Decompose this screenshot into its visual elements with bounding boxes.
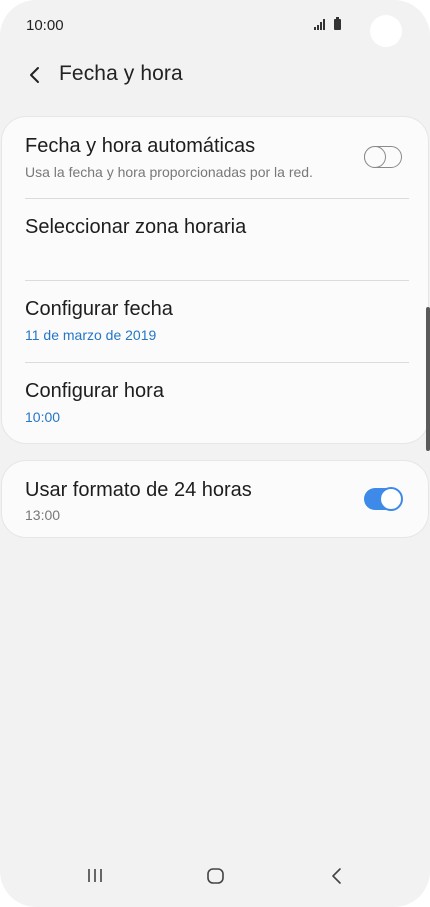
auto-datetime-title: Fecha y hora automáticas (25, 135, 256, 157)
camera-cutout (370, 15, 402, 47)
format-24h-row[interactable]: Usar formato de 24 horas 13:00 (2, 461, 428, 537)
set-date-title: Configurar fecha (25, 298, 173, 320)
signal-icon (314, 18, 328, 32)
set-time-row[interactable]: Configurar hora 10:00 (2, 363, 428, 443)
format-24h-toggle[interactable] (364, 487, 403, 511)
home-icon[interactable] (200, 861, 230, 891)
navigation-bar (0, 847, 430, 907)
page-title: Fecha y hora (59, 62, 183, 85)
format-24h-value: 13:00 (25, 507, 61, 523)
format-settings-card: Usar formato de 24 horas 13:00 (2, 461, 428, 537)
set-time-value: 10:00 (25, 409, 61, 425)
status-time: 10:00 (26, 17, 64, 34)
timezone-title: Seleccionar zona horaria (25, 216, 247, 238)
toggle-knob (363, 145, 386, 168)
toggle-knob (379, 487, 403, 511)
recent-apps-icon[interactable] (80, 861, 110, 891)
back-arrow-icon[interactable] (24, 64, 46, 86)
battery-icon (334, 17, 341, 30)
timezone-row[interactable]: Seleccionar zona horaria (2, 199, 428, 280)
auto-datetime-toggle[interactable] (363, 145, 402, 168)
status-bar: 10:00 (0, 0, 430, 54)
set-time-title: Configurar hora (25, 380, 164, 402)
set-date-value: 11 de marzo de 2019 (25, 327, 157, 343)
set-date-row[interactable]: Configurar fecha 11 de marzo de 2019 (2, 281, 428, 362)
back-icon[interactable] (321, 861, 351, 891)
header: Fecha y hora (0, 54, 430, 96)
datetime-settings-card: Fecha y hora automáticas Usa la fecha y … (2, 117, 428, 443)
auto-datetime-subtitle: Usa la fecha y hora proporcionadas por l… (25, 164, 313, 180)
auto-datetime-row[interactable]: Fecha y hora automáticas Usa la fecha y … (2, 117, 428, 199)
phone-screen: 10:00 Fecha y hora Fecha y hora automáti… (0, 0, 430, 907)
scroll-indicator[interactable] (426, 307, 430, 451)
format-24h-title: Usar formato de 24 horas (25, 479, 252, 501)
